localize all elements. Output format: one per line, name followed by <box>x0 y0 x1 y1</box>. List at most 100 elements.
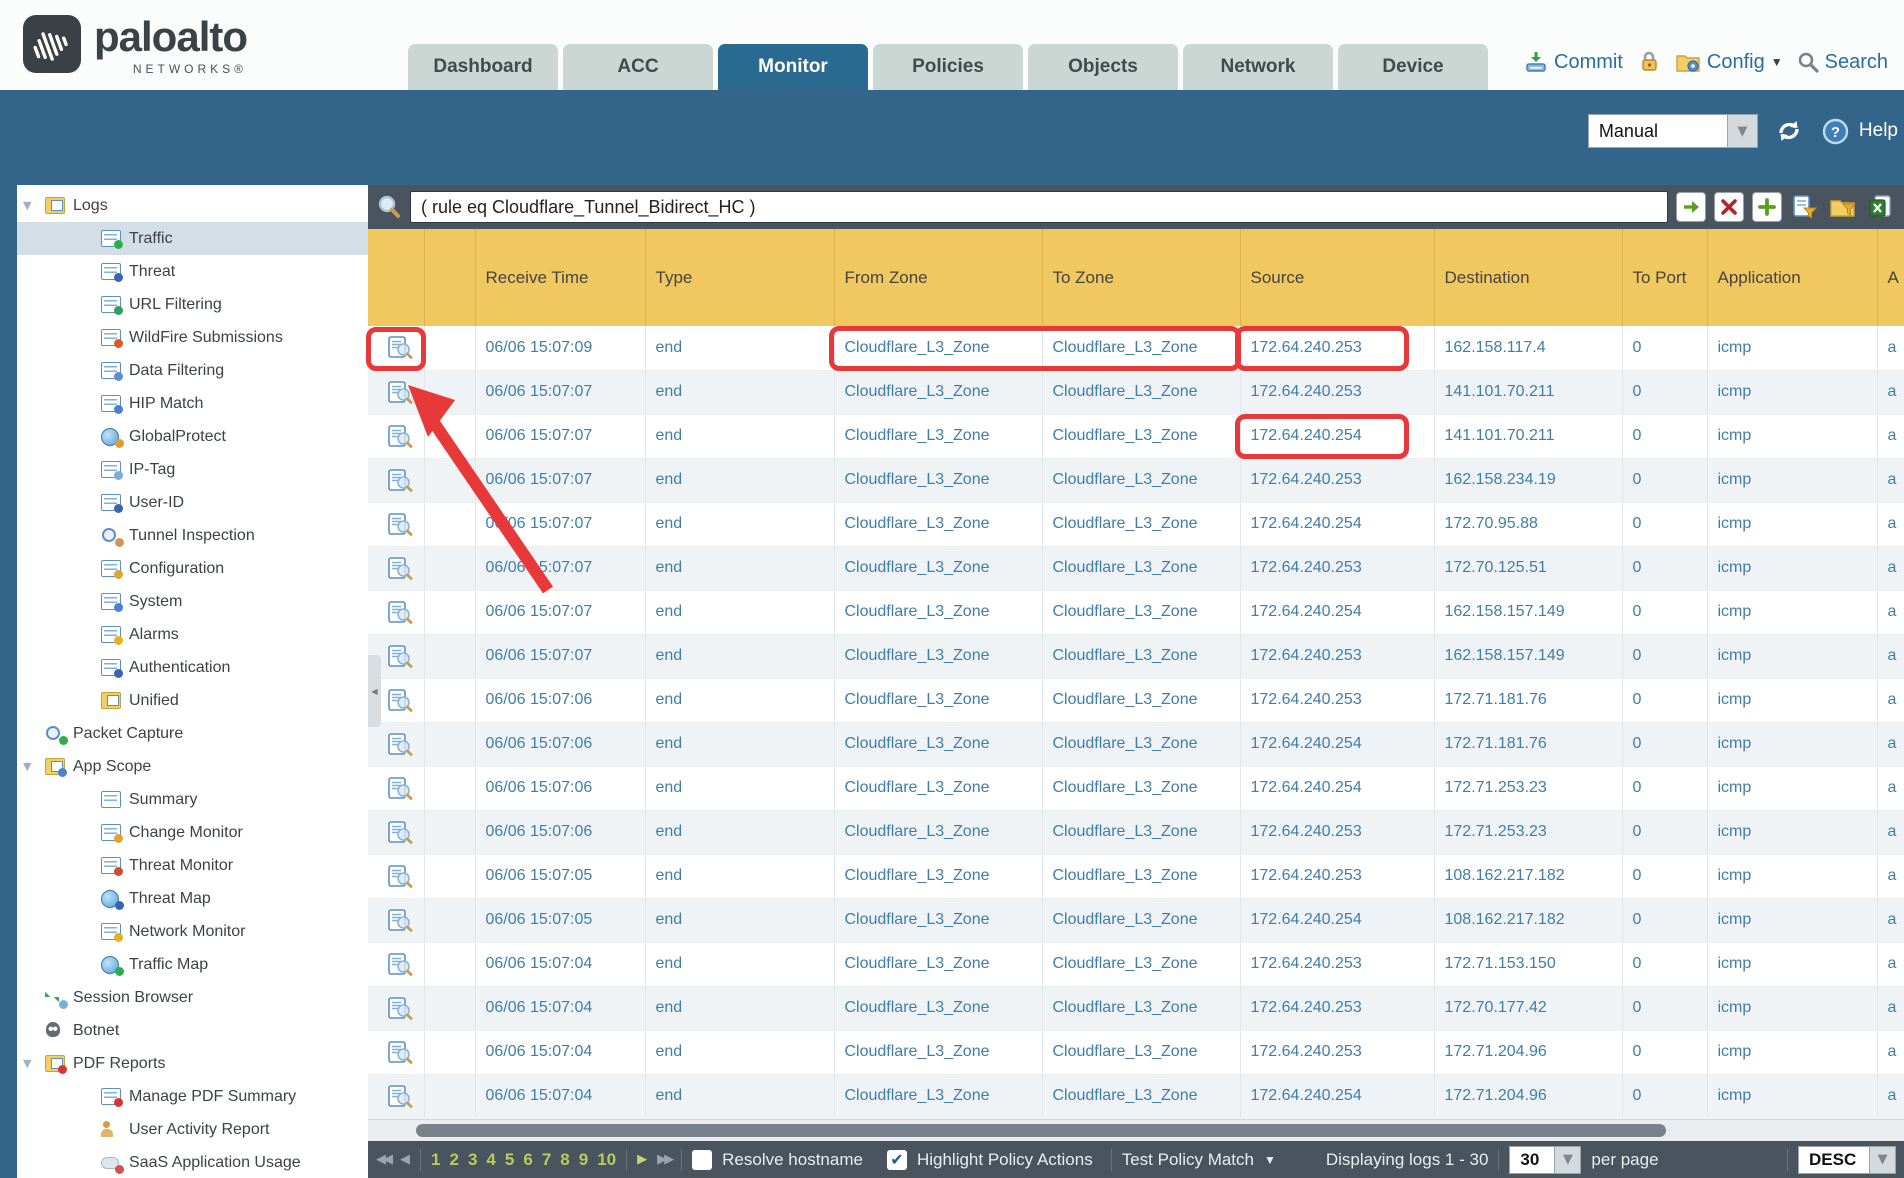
page-number[interactable]: 9 <box>579 1150 588 1170</box>
page-number[interactable]: 8 <box>560 1150 569 1170</box>
log-row[interactable]: 06/06 15:07:05 end Cloudflare_L3_Zone Cl… <box>368 854 1904 898</box>
sidebar-item[interactable]: Authentication <box>17 651 368 684</box>
log-row[interactable]: 06/06 15:07:04 end Cloudflare_L3_Zone Cl… <box>368 942 1904 986</box>
sidebar-item[interactable]: PDF Reports <box>17 1047 368 1080</box>
sort-order-caret-icon[interactable]: ▼ <box>1870 1146 1896 1174</box>
log-detail-icon[interactable] <box>388 1041 413 1064</box>
log-detail-cell[interactable] <box>368 854 424 898</box>
sidebar-item[interactable]: Traffic <box>17 222 368 255</box>
tab[interactable]: Monitor <box>718 44 868 90</box>
page-number[interactable]: 2 <box>449 1150 458 1170</box>
log-row[interactable]: 06/06 15:07:04 end Cloudflare_L3_Zone Cl… <box>368 1074 1904 1118</box>
tab[interactable]: ACC <box>563 44 713 90</box>
sidebar-item[interactable]: Threat <box>17 255 368 288</box>
export-button[interactable] <box>1866 192 1896 222</box>
expander-icon[interactable] <box>23 199 45 212</box>
sidebar-item[interactable]: Threat Monitor <box>17 849 368 882</box>
column-header[interactable] <box>424 229 475 326</box>
log-row[interactable]: 06/06 15:07:06 end Cloudflare_L3_Zone Cl… <box>368 810 1904 854</box>
scrollbar-thumb[interactable] <box>416 1124 1666 1137</box>
column-header[interactable]: To Port <box>1622 229 1707 326</box>
config-button[interactable]: Config ▼ <box>1675 50 1783 74</box>
log-detail-icon[interactable] <box>388 909 413 932</box>
per-page-select[interactable]: 30 ▼ <box>1509 1146 1581 1174</box>
log-row[interactable]: 06/06 15:07:06 end Cloudflare_L3_Zone Cl… <box>368 678 1904 722</box>
sidebar-item[interactable]: Botnet <box>17 1014 368 1047</box>
log-row[interactable]: 06/06 15:07:07 end Cloudflare_L3_Zone Cl… <box>368 590 1904 634</box>
sidebar-collapse-handle[interactable]: ◀ <box>368 655 381 727</box>
filter-query-input[interactable] <box>410 191 1668 223</box>
log-detail-icon[interactable] <box>388 425 413 448</box>
log-detail-icon[interactable] <box>388 469 413 492</box>
column-header[interactable]: Source <box>1240 229 1434 326</box>
tab[interactable]: Device <box>1338 44 1488 90</box>
sidebar-item[interactable]: System <box>17 585 368 618</box>
help-icon[interactable]: ? <box>1822 118 1849 145</box>
last-page-button[interactable]: ▶▶ <box>657 1152 671 1167</box>
first-page-button[interactable]: ◀◀ <box>376 1152 390 1167</box>
log-row[interactable]: 06/06 15:07:07 end Cloudflare_L3_Zone Cl… <box>368 502 1904 546</box>
log-row[interactable]: 06/06 15:07:06 end Cloudflare_L3_Zone Cl… <box>368 722 1904 766</box>
load-filter-button[interactable] <box>1828 192 1858 222</box>
log-detail-icon[interactable] <box>388 821 413 844</box>
column-header[interactable]: From Zone <box>834 229 1042 326</box>
log-detail-cell[interactable] <box>368 370 424 414</box>
expander-icon[interactable] <box>23 1057 45 1070</box>
sidebar-item[interactable]: Tunnel Inspection <box>17 519 368 552</box>
sidebar-item[interactable]: WildFire Submissions <box>17 321 368 354</box>
page-number[interactable]: 7 <box>542 1150 551 1170</box>
log-detail-cell[interactable] <box>368 414 424 458</box>
column-header[interactable]: Application <box>1707 229 1877 326</box>
clear-filter-button[interactable] <box>1714 192 1744 222</box>
sidebar-item[interactable]: Session Browser <box>17 981 368 1014</box>
log-row[interactable]: 06/06 15:07:07 end Cloudflare_L3_Zone Cl… <box>368 546 1904 590</box>
sidebar-item[interactable]: SaaS Application Usage <box>17 1146 368 1178</box>
log-row[interactable]: 06/06 15:07:04 end Cloudflare_L3_Zone Cl… <box>368 1030 1904 1074</box>
log-detail-icon[interactable] <box>388 645 413 668</box>
log-row[interactable]: 06/06 15:07:07 end Cloudflare_L3_Zone Cl… <box>368 634 1904 678</box>
log-row[interactable]: 06/06 15:07:05 end Cloudflare_L3_Zone Cl… <box>368 898 1904 942</box>
log-detail-icon[interactable] <box>388 997 413 1020</box>
filter-builder-button[interactable] <box>1790 192 1820 222</box>
sidebar-item[interactable]: Change Monitor <box>17 816 368 849</box>
log-detail-icon[interactable] <box>388 777 413 800</box>
column-header[interactable]: A <box>1877 229 1904 326</box>
help-label[interactable]: Help <box>1859 120 1898 142</box>
log-detail-icon[interactable] <box>388 953 413 976</box>
log-detail-cell[interactable] <box>368 810 424 854</box>
refresh-interval-caret-icon[interactable]: ▼ <box>1728 114 1758 148</box>
log-detail-icon[interactable] <box>388 733 413 756</box>
column-header[interactable]: Destination <box>1434 229 1622 326</box>
log-detail-cell[interactable] <box>368 458 424 502</box>
sidebar-item[interactable]: Threat Map <box>17 882 368 915</box>
apply-filter-button[interactable] <box>1676 192 1706 222</box>
commit-button[interactable]: Commit <box>1524 50 1623 74</box>
log-detail-cell[interactable] <box>368 590 424 634</box>
log-detail-cell[interactable] <box>368 1074 424 1118</box>
sidebar-item[interactable]: Configuration <box>17 552 368 585</box>
log-detail-icon[interactable] <box>388 689 413 712</box>
log-row[interactable]: 06/06 15:07:07 end Cloudflare_L3_Zone Cl… <box>368 458 1904 502</box>
tab[interactable]: Policies <box>873 44 1023 90</box>
highlight-policy-checkbox[interactable] <box>887 1150 907 1170</box>
sidebar-item[interactable]: Traffic Map <box>17 948 368 981</box>
log-detail-icon[interactable] <box>388 513 413 536</box>
log-detail-cell[interactable] <box>368 546 424 590</box>
log-row[interactable]: 06/06 15:07:07 end Cloudflare_L3_Zone Cl… <box>368 414 1904 458</box>
sidebar-item[interactable]: IP-Tag <box>17 453 368 486</box>
log-detail-cell[interactable] <box>368 986 424 1030</box>
horizontal-scrollbar[interactable] <box>368 1119 1904 1141</box>
log-detail-icon[interactable] <box>388 1085 413 1108</box>
sidebar-item[interactable]: GlobalProtect <box>17 420 368 453</box>
log-detail-cell[interactable] <box>368 326 424 370</box>
log-detail-icon[interactable] <box>388 865 413 888</box>
refresh-interval-select[interactable]: Manual ▼ <box>1588 114 1758 148</box>
expander-icon[interactable] <box>23 760 45 773</box>
per-page-caret-icon[interactable]: ▼ <box>1555 1146 1581 1174</box>
log-detail-cell[interactable] <box>368 942 424 986</box>
log-detail-icon[interactable] <box>388 557 413 580</box>
add-filter-button[interactable] <box>1752 192 1782 222</box>
resolve-hostname-checkbox[interactable] <box>692 1150 712 1170</box>
sidebar-item[interactable]: App Scope <box>17 750 368 783</box>
tab[interactable]: Objects <box>1028 44 1178 90</box>
